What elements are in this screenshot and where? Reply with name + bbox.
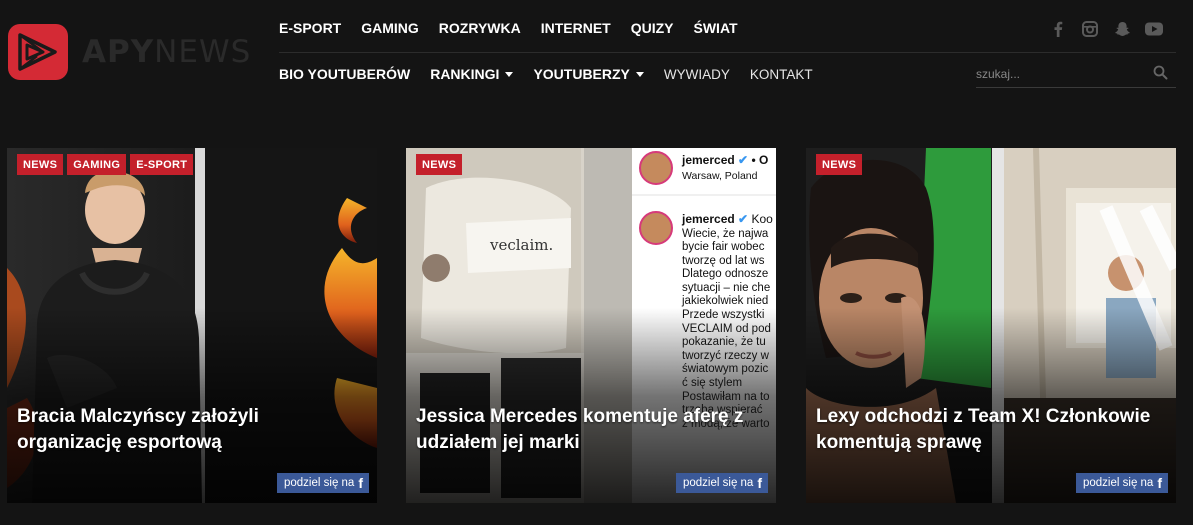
caret-down-icon xyxy=(505,72,514,77)
ig-line: pokazanie, że tu xyxy=(682,336,766,349)
search-box xyxy=(976,60,1176,88)
nav-item-gaming[interactable]: GAMING xyxy=(361,20,419,36)
logo-text-light: NEWS xyxy=(154,33,252,70)
facebook-icon: f xyxy=(757,475,762,491)
ig-line: Przede wszystki xyxy=(682,309,765,322)
nav-item-swiat[interactable]: ŚWIAT xyxy=(694,20,738,36)
ig-line: światowym pozic xyxy=(682,363,769,376)
nav-item-rankingi[interactable]: RANKINGI xyxy=(430,66,514,82)
nav-label: BIO YOUTUBERÓW xyxy=(279,66,411,82)
nav-item-esport[interactable]: E-SPORT xyxy=(279,20,341,36)
logo-wordmark: APYNEWS xyxy=(82,33,252,70)
ig-line: sytuacji – nie che xyxy=(682,281,771,294)
tag-news[interactable]: NEWS xyxy=(416,154,463,175)
tag-news[interactable]: NEWS xyxy=(17,154,64,175)
nav-label: YOUTUBERZY xyxy=(533,66,630,82)
share-facebook-button[interactable]: podziel się na f xyxy=(676,473,768,493)
nav-item-wywiady[interactable]: WYWIADY xyxy=(664,67,730,82)
caret-down-icon xyxy=(635,72,644,77)
snapchat-icon[interactable] xyxy=(1106,20,1138,38)
ig-line: tworzyć rzeczy w xyxy=(682,349,769,362)
instagram-icon[interactable] xyxy=(1074,20,1106,38)
facebook-icon: f xyxy=(1157,475,1162,491)
nav-label: WYWIADY xyxy=(663,66,730,82)
verified-icon: ✔ xyxy=(738,212,749,226)
ig-line: bycie fair wobec xyxy=(682,241,765,254)
ig-line: jakiekolwiek nied xyxy=(682,295,769,308)
nav-divider xyxy=(279,52,1176,53)
ig-line: Dlatego odnosze xyxy=(682,268,769,281)
logo-text-strong: APY xyxy=(82,33,155,70)
facebook-icon: f xyxy=(358,475,363,491)
primary-nav: E-SPORT GAMING ROZRYWKA INTERNET QUIZY Ś… xyxy=(279,20,758,36)
facebook-icon[interactable] xyxy=(1042,20,1074,38)
tag-esport[interactable]: E-SPORT xyxy=(130,154,194,175)
article-card-1[interactable]: NEWS GAMING E-SPORT Bracia Malczyńscy za… xyxy=(7,148,377,503)
nav-item-rozrywka[interactable]: ROZRYWKA xyxy=(439,20,521,36)
social-links xyxy=(1042,20,1170,38)
article-title[interactable]: Lexy odchodzi z Team X! Członkowie komen… xyxy=(816,404,1160,456)
share-facebook-button[interactable]: podziel się na f xyxy=(277,473,369,493)
site-logo[interactable]: APYNEWS xyxy=(8,24,251,80)
logo-play-icon xyxy=(8,24,68,80)
share-label: podziel się na xyxy=(683,477,754,489)
nav-item-quizy[interactable]: QUIZY xyxy=(631,20,674,36)
instagram-post: jemerced ✔ • O Warsaw, Poland jemerced ✔… xyxy=(682,153,773,430)
ig-line: ć się stylem xyxy=(682,377,743,390)
tag-news[interactable]: NEWS xyxy=(816,154,863,175)
ig-username: jemerced xyxy=(682,153,735,167)
search-icon[interactable] xyxy=(1153,65,1168,85)
nav-label: RANKINGI xyxy=(430,66,500,82)
tag-list: NEWS GAMING E-SPORT xyxy=(17,154,194,175)
tag-list: NEWS xyxy=(416,154,463,175)
ig-location: Warsaw, Poland xyxy=(682,169,758,182)
share-label: podziel się na xyxy=(1083,477,1154,489)
secondary-nav: BIO YOUTUBERÓW RANKINGI YOUTUBERZY WYWIA… xyxy=(279,66,833,82)
article-card-2[interactable]: veclaim. jemerced ✔ • O Warsaw, Poland j… xyxy=(406,148,776,503)
article-card-3[interactable]: NEWS Lexy odchodzi z Team X! Członkowie … xyxy=(806,148,1176,503)
nav-item-kontakt[interactable]: KONTAKT xyxy=(750,67,813,82)
article-title[interactable]: Bracia Malczyńscy założyli organizację e… xyxy=(17,404,361,456)
image-label-text: veclaim. xyxy=(490,236,554,254)
ig-line: Wiecie, że najwa xyxy=(682,227,769,240)
ig-username: jemerced xyxy=(682,212,735,226)
nav-item-internet[interactable]: INTERNET xyxy=(541,20,611,36)
ig-line: tworzę od lat ws xyxy=(682,254,765,267)
nav-item-bio-youtuberow[interactable]: BIO YOUTUBERÓW xyxy=(279,66,410,82)
share-label: podziel się na xyxy=(284,477,355,489)
youtube-icon[interactable] xyxy=(1138,20,1170,38)
share-facebook-button[interactable]: podziel się na f xyxy=(1076,473,1168,493)
nav-label: KONTAKT xyxy=(749,66,813,82)
ig-line: VECLAIM od pod xyxy=(682,322,771,335)
ig-line: Postawiłam na to xyxy=(682,390,770,403)
article-title[interactable]: Jessica Mercedes komentuje aferę z udzia… xyxy=(416,404,760,456)
tag-list: NEWS xyxy=(816,154,863,175)
nav-item-youtuberzy[interactable]: YOUTUBERZY xyxy=(533,66,644,82)
verified-icon: ✔ xyxy=(738,153,749,167)
tag-gaming[interactable]: GAMING xyxy=(67,154,127,175)
search-input[interactable] xyxy=(976,66,1146,81)
